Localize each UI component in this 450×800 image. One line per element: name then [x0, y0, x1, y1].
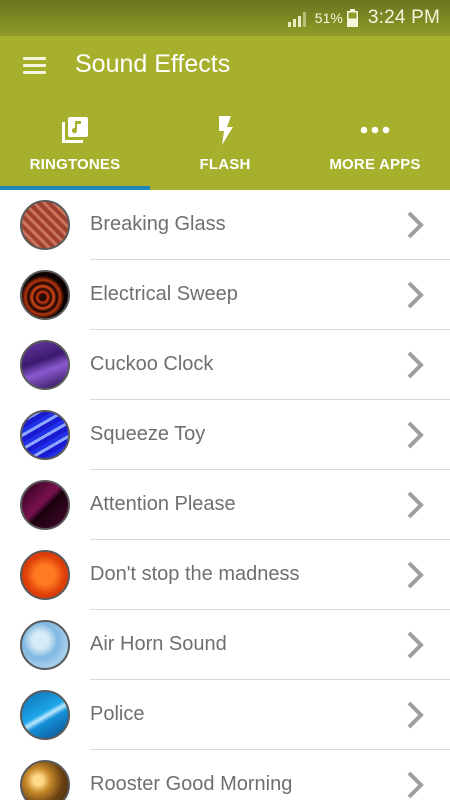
- tab-label: RINGTONES: [29, 156, 121, 173]
- app-title: Sound Effects: [75, 50, 231, 78]
- sound-name: Rooster Good Morning: [90, 773, 293, 795]
- list-item[interactable]: Squeeze Toy: [0, 400, 450, 470]
- status-icons: 51% 3:24 PM: [287, 6, 440, 30]
- sound-thumbnail: [20, 620, 70, 670]
- sound-thumbnail: [20, 690, 70, 740]
- list-item[interactable]: Police: [0, 680, 450, 750]
- sound-thumbnail: [20, 480, 70, 530]
- sound-name: Electrical Sweep: [90, 283, 238, 305]
- tab-more-apps[interactable]: MORE APPS: [300, 110, 450, 190]
- chevron-right-icon: [407, 281, 424, 309]
- sound-name: Air Horn Sound: [90, 633, 227, 655]
- sound-name: Cuckoo Clock: [90, 353, 214, 375]
- chevron-right-icon: [407, 631, 424, 659]
- sound-name: Breaking Glass: [90, 213, 226, 235]
- sound-thumbnail: [20, 760, 70, 800]
- more-dots-icon: [360, 126, 390, 134]
- signal-icon: [287, 12, 306, 27]
- sound-thumbnail: [20, 410, 70, 460]
- clock: 3:24 PM: [367, 7, 440, 28]
- list-item[interactable]: Electrical Sweep: [0, 260, 450, 330]
- app-bar: Sound Effects RINGTONES FLASH MORE APPS: [0, 36, 450, 190]
- list-item[interactable]: Breaking Glass: [0, 190, 450, 260]
- sound-name: Police: [90, 703, 145, 725]
- chevron-right-icon: [407, 561, 424, 589]
- sound-name: Squeeze Toy: [90, 423, 206, 445]
- sound-name: Don't stop the madness: [90, 563, 300, 585]
- sound-thumbnail: [20, 200, 70, 250]
- sound-thumbnail: [20, 270, 70, 320]
- music-library-icon: [62, 117, 88, 143]
- battery-icon: [346, 9, 358, 27]
- list-item[interactable]: Cuckoo Clock: [0, 330, 450, 400]
- tab-label: MORE APPS: [329, 156, 421, 173]
- chevron-right-icon: [407, 351, 424, 379]
- hamburger-menu-icon[interactable]: [18, 52, 52, 80]
- list-item[interactable]: Attention Please: [0, 470, 450, 540]
- tab-ringtones[interactable]: RINGTONES: [0, 110, 150, 190]
- status-bar: 51% 3:24 PM: [0, 0, 450, 36]
- battery-percent: 51%: [314, 10, 343, 26]
- chevron-right-icon: [407, 771, 424, 799]
- flash-icon: [219, 116, 233, 145]
- list-item[interactable]: Rooster Good Morning: [0, 750, 450, 800]
- list-item[interactable]: Air Horn Sound: [0, 610, 450, 680]
- list-item[interactable]: Don't stop the madness: [0, 540, 450, 610]
- chevron-right-icon: [407, 211, 424, 239]
- chevron-right-icon: [407, 421, 424, 449]
- sound-list: Breaking Glass Electrical Sweep Cuckoo C…: [0, 190, 450, 800]
- tab-label: FLASH: [199, 156, 251, 173]
- chevron-right-icon: [407, 491, 424, 519]
- sound-thumbnail: [20, 340, 70, 390]
- tab-flash[interactable]: FLASH: [150, 110, 300, 190]
- chevron-right-icon: [407, 701, 424, 729]
- sound-name: Attention Please: [90, 493, 236, 515]
- sound-thumbnail: [20, 550, 70, 600]
